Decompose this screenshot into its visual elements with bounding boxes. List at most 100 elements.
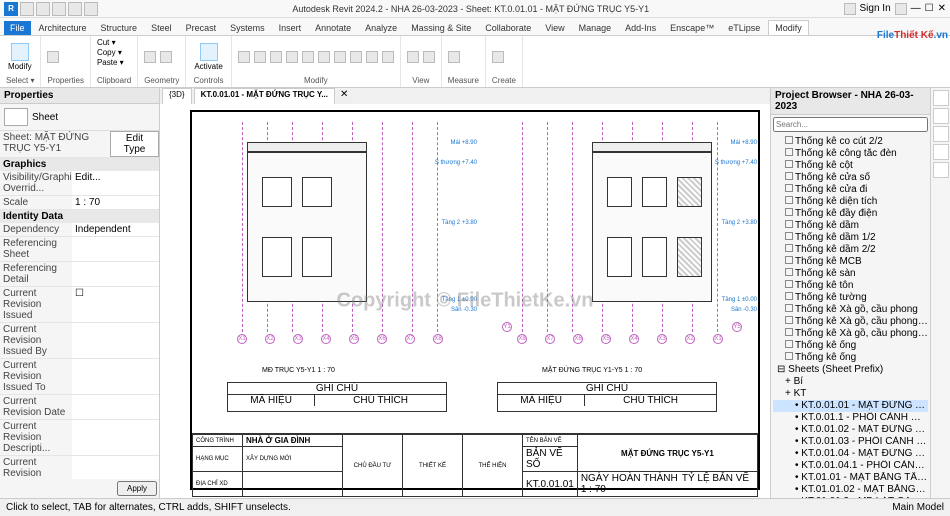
copy-button[interactable]: Copy ▾ bbox=[97, 48, 122, 57]
help-icon[interactable] bbox=[895, 3, 907, 15]
close-button[interactable]: ✕ bbox=[938, 3, 946, 14]
modify-tool[interactable]: Modify bbox=[6, 42, 34, 72]
ribbon-tab-etlipse[interactable]: eTLipse bbox=[722, 21, 766, 35]
ribbon-tab-annotate[interactable]: Annotate bbox=[309, 21, 357, 35]
drawing-canvas[interactable]: Mái +8.90 S thượng +7.40 Tầng 2 +3.80 Tầ… bbox=[160, 104, 770, 498]
mirror-icon[interactable] bbox=[270, 51, 282, 63]
sheet-node[interactable]: • KT.0.01.03 - PHỐI CẢNH MẶT ĐỨNG X1-X8 bbox=[773, 436, 928, 448]
undo-icon[interactable] bbox=[52, 2, 66, 16]
tree-node[interactable]: Thống kê MCB bbox=[773, 256, 928, 268]
sheet-node[interactable]: • KT.01.01.02 - MẶT BẰNG BỐ TRÍ CỬA T1 bbox=[773, 484, 928, 496]
nav-zoom-icon[interactable] bbox=[933, 162, 949, 178]
tree-node[interactable]: Thống kê cột bbox=[773, 160, 928, 172]
tree-node[interactable]: Thống kê sàn bbox=[773, 268, 928, 280]
ribbon-tab-precast[interactable]: Precast bbox=[180, 21, 223, 35]
nav-wheel-icon[interactable] bbox=[933, 126, 949, 142]
geom-icon-2[interactable] bbox=[160, 51, 172, 63]
tree-node[interactable]: Thống kê dầm 2/2 bbox=[773, 244, 928, 256]
print-icon[interactable] bbox=[84, 2, 98, 16]
array-icon[interactable] bbox=[334, 51, 346, 63]
pbrowser-search[interactable] bbox=[773, 117, 928, 132]
ribbon-tab-steel[interactable]: Steel bbox=[145, 21, 178, 35]
tree-node[interactable]: Thống kê Xà gồ, cầu phong bbox=[773, 304, 928, 316]
pin-icon[interactable] bbox=[382, 51, 394, 63]
edit-type-button[interactable]: Edit Type bbox=[110, 131, 159, 157]
view-icon-2[interactable] bbox=[423, 51, 435, 63]
tree-node[interactable]: Thống kê dầm 1/2 bbox=[773, 232, 928, 244]
cut-button[interactable]: Cut ▾ bbox=[97, 38, 116, 47]
create-icon[interactable] bbox=[492, 51, 504, 63]
tree-node[interactable]: Thống kê tường bbox=[773, 292, 928, 304]
ribbon-tab-file[interactable]: File bbox=[4, 21, 31, 35]
group-select[interactable]: Select ▾ bbox=[6, 76, 34, 85]
prop-row[interactable]: Referencing Sheet bbox=[0, 237, 159, 262]
measure-icon[interactable] bbox=[448, 51, 460, 63]
tree-node[interactable]: Thống kê cửa sổ bbox=[773, 172, 928, 184]
nav-home-icon[interactable] bbox=[933, 90, 949, 106]
view-icon-1[interactable] bbox=[407, 51, 419, 63]
tree-node[interactable]: Thống kê co cút 2/2 bbox=[773, 136, 928, 148]
move-icon[interactable] bbox=[238, 51, 250, 63]
ribbon-tab-addins[interactable]: Add-Ins bbox=[619, 21, 662, 35]
prop-row[interactable]: Visibility/Graphics Overrid...Edit... bbox=[0, 171, 159, 196]
prop-row[interactable]: Current Revision Issued☐ bbox=[0, 287, 159, 323]
redo-icon[interactable] bbox=[68, 2, 82, 16]
ribbon-tab-architecture[interactable]: Architecture bbox=[33, 21, 93, 35]
rotate-icon[interactable] bbox=[254, 51, 266, 63]
sheet-node[interactable]: • KT.0.01.02 - MẶT ĐỨNG TRỤC X1-X8 bbox=[773, 424, 928, 436]
tree-node[interactable]: Thống kê diện tích bbox=[773, 196, 928, 208]
ribbon-tab-analyze[interactable]: Analyze bbox=[359, 21, 403, 35]
offset-icon[interactable] bbox=[318, 51, 330, 63]
prop-row[interactable]: Current Revision bbox=[0, 456, 159, 479]
ribbon-tab-collaborate[interactable]: Collaborate bbox=[479, 21, 537, 35]
prop-row[interactable]: Scale1 : 70 bbox=[0, 196, 159, 210]
open-icon[interactable] bbox=[20, 2, 34, 16]
prop-row[interactable]: Referencing Detail bbox=[0, 262, 159, 287]
ribbon-tab-view[interactable]: View bbox=[539, 21, 570, 35]
tree-node[interactable]: Thống kê dầm bbox=[773, 220, 928, 232]
split-icon[interactable] bbox=[302, 51, 314, 63]
nav-pan-icon[interactable] bbox=[933, 144, 949, 160]
tree-node[interactable]: Thống kê công tắc đèn bbox=[773, 148, 928, 160]
status-model[interactable]: Main Model bbox=[892, 502, 944, 513]
prop-row[interactable]: Current Revision Issued To bbox=[0, 359, 159, 395]
tree-node[interactable]: Thống kê Xà gồ, cầu phong 1/2 bbox=[773, 316, 928, 328]
sheet-node[interactable]: • KT.0.01.04 - MẶT ĐỨNG TRỤC X8-X1 bbox=[773, 448, 928, 460]
section-graphics[interactable]: Graphics bbox=[0, 158, 159, 171]
geom-icon-1[interactable] bbox=[144, 51, 156, 63]
activate-button[interactable]: Activate bbox=[192, 42, 224, 72]
tree-node[interactable]: Thống kê đầy điện bbox=[773, 208, 928, 220]
nav-cube-icon[interactable] bbox=[933, 108, 949, 124]
maximize-button[interactable]: ☐ bbox=[925, 3, 934, 14]
tab-3d[interactable]: {3D} bbox=[162, 88, 192, 104]
user-icon[interactable] bbox=[844, 3, 856, 15]
properties-icon[interactable] bbox=[47, 51, 59, 63]
ribbon-tab-systems[interactable]: Systems bbox=[224, 21, 271, 35]
tab-close-icon[interactable]: ✕ bbox=[337, 88, 351, 104]
sheet-node[interactable]: • KT.0.01.01 - MẶT ĐỨNG TRỤC Y5-Y1 bbox=[773, 400, 928, 412]
ribbon-tab-structure[interactable]: Structure bbox=[95, 21, 144, 35]
minimize-button[interactable]: — bbox=[911, 3, 921, 14]
tree-node[interactable]: Thống kê Xà gồ, cầu phong 2/2 bbox=[773, 328, 928, 340]
type-selector[interactable]: Sheet bbox=[32, 112, 58, 123]
tree-node[interactable]: Thống kê ống bbox=[773, 352, 928, 364]
tree-node[interactable]: Thống kê tôn bbox=[773, 280, 928, 292]
sheet-node[interactable]: • KT.0.01.1 - PHỐI CẢNH MẶT ĐỨNG Y5-Y1 bbox=[773, 412, 928, 424]
align-icon[interactable] bbox=[366, 51, 378, 63]
ribbon-tab-manage[interactable]: Manage bbox=[573, 21, 618, 35]
sheet-node[interactable]: • KT.01.01.3 - MB LÁT GẠCH T1 bbox=[773, 496, 928, 498]
save-icon[interactable] bbox=[36, 2, 50, 16]
tab-sheet[interactable]: KT.0.01.01 - MẶT ĐỨNG TRỤC Y... bbox=[194, 88, 335, 104]
tree-node[interactable]: Thống kê ống bbox=[773, 340, 928, 352]
paste-button[interactable]: Paste ▾ bbox=[97, 58, 124, 67]
tree-node[interactable]: Thống kê cửa đi bbox=[773, 184, 928, 196]
signin-link[interactable]: Sign In bbox=[860, 3, 891, 14]
ribbon-tab-enscape[interactable]: Enscape™ bbox=[664, 21, 720, 35]
sheet-node[interactable]: • KT.01.01 - MẶT BẰNG TẦNG 1 bbox=[773, 472, 928, 484]
prop-row[interactable]: Current Revision Date bbox=[0, 395, 159, 420]
apply-button[interactable]: Apply bbox=[117, 481, 157, 496]
prop-row[interactable]: DependencyIndependent bbox=[0, 223, 159, 237]
ribbon-tab-insert[interactable]: Insert bbox=[273, 21, 308, 35]
prop-row[interactable]: Current Revision Descripti... bbox=[0, 420, 159, 456]
scale-icon[interactable] bbox=[350, 51, 362, 63]
